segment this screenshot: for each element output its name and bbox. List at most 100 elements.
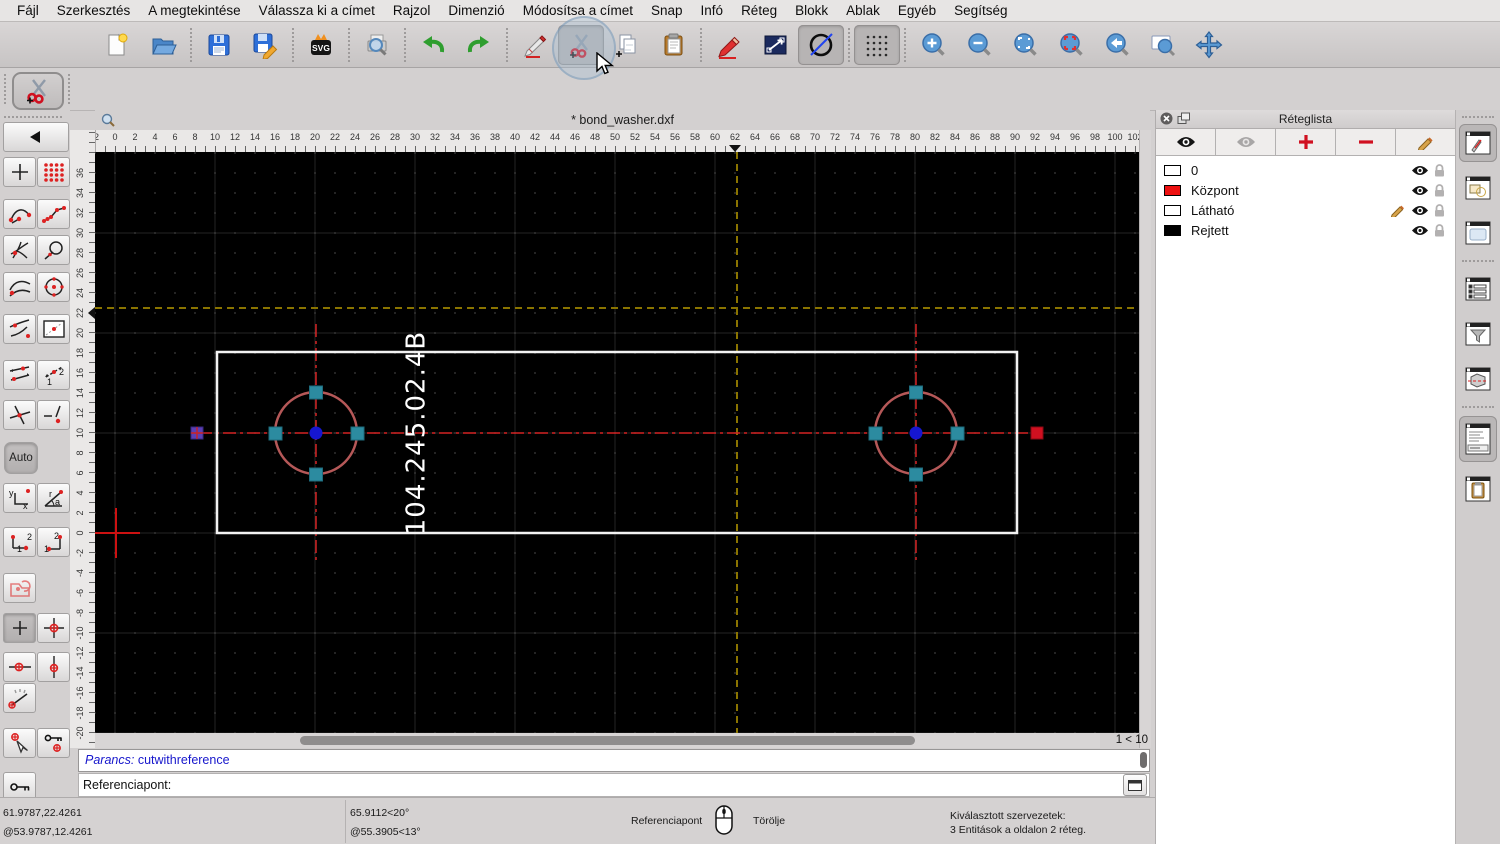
divide-button[interactable] bbox=[798, 25, 844, 65]
layer-visibility-icon[interactable] bbox=[1409, 185, 1431, 196]
set-reference-manual-button[interactable] bbox=[3, 728, 36, 758]
menu-item-9[interactable]: Infó bbox=[692, 3, 733, 18]
float-panel-icon[interactable] bbox=[1177, 112, 1191, 125]
lock-reference-button[interactable] bbox=[37, 728, 70, 758]
menu-item-4[interactable]: Válassza ki a címet bbox=[250, 3, 384, 18]
active-cut-tool-button[interactable] bbox=[12, 72, 64, 110]
menu-item-13[interactable]: Egyéb bbox=[889, 3, 945, 18]
menu-item-14[interactable]: Segítség bbox=[945, 3, 1016, 18]
drag-handle[interactable] bbox=[68, 74, 70, 104]
zoom-auto-button[interactable] bbox=[1002, 25, 1048, 65]
layer-lock-icon[interactable] bbox=[1431, 164, 1447, 177]
snap-distance-button[interactable]: 12 bbox=[37, 360, 70, 390]
layer-row[interactable]: Látható bbox=[1156, 200, 1455, 220]
snap-endpoints-button[interactable] bbox=[3, 199, 36, 229]
save-as-button[interactable] bbox=[242, 25, 288, 65]
restrict-horizontal-button[interactable] bbox=[3, 652, 36, 682]
snap-grid-button[interactable] bbox=[854, 25, 900, 65]
dock-clipboard-button[interactable] bbox=[1459, 470, 1497, 508]
restrict-both-button[interactable] bbox=[37, 613, 70, 643]
part-number-text[interactable]: 104.245.02.4B bbox=[402, 331, 432, 536]
drawing-canvas[interactable]: 104.245.02.4B bbox=[95, 152, 1139, 733]
drawing-window-titlebar[interactable]: * bond_washer.dxf bbox=[95, 110, 1150, 131]
dock-library-browser-button[interactable] bbox=[1459, 214, 1497, 252]
layer-lock-icon[interactable] bbox=[1431, 224, 1447, 237]
dock-entity-list-button[interactable] bbox=[1459, 270, 1497, 308]
layer-lock-icon[interactable] bbox=[1431, 204, 1447, 217]
snap-intersection-button[interactable] bbox=[3, 400, 36, 430]
menu-item-2[interactable]: Szerkesztés bbox=[48, 3, 140, 18]
menu-item-5[interactable]: Rajzol bbox=[384, 3, 440, 18]
left-reference-handle[interactable] bbox=[191, 427, 203, 439]
vertical-scrollbar[interactable] bbox=[1139, 130, 1151, 748]
delete-button[interactable] bbox=[512, 25, 558, 65]
layer-lock-icon[interactable] bbox=[1431, 184, 1447, 197]
menu-item-12[interactable]: Ablak bbox=[837, 3, 889, 18]
snap-auto-button[interactable]: Auto bbox=[4, 442, 38, 474]
dock-layer-list-button[interactable] bbox=[1459, 124, 1497, 162]
left-center-point[interactable] bbox=[310, 427, 323, 440]
command-input[interactable] bbox=[171, 775, 1123, 795]
scale-modify-button[interactable] bbox=[752, 25, 798, 65]
snap-tangent-button[interactable] bbox=[37, 235, 70, 265]
coordinate-cartesian-button[interactable]: yx bbox=[3, 483, 36, 513]
menu-item-10[interactable]: Réteg bbox=[732, 3, 786, 18]
dock-selection-filter-button[interactable] bbox=[1459, 315, 1497, 353]
right-reference-handle[interactable] bbox=[1031, 427, 1043, 439]
layer-visibility-icon[interactable] bbox=[1409, 165, 1431, 176]
edit-layer-button[interactable] bbox=[1396, 129, 1455, 155]
snap-center-button[interactable] bbox=[37, 272, 70, 302]
zoom-previous-button[interactable] bbox=[1094, 25, 1140, 65]
dock-command-line-button[interactable] bbox=[1459, 416, 1497, 462]
command-options-button[interactable] bbox=[1123, 774, 1147, 796]
layer-visibility-icon[interactable] bbox=[1409, 205, 1431, 216]
drag-handle[interactable] bbox=[1462, 116, 1494, 118]
scrollbar-thumb[interactable] bbox=[300, 736, 915, 745]
new-file-button[interactable] bbox=[94, 25, 140, 65]
attributes-button[interactable] bbox=[706, 25, 752, 65]
add-layer-button[interactable] bbox=[1276, 129, 1336, 155]
zoom-out-button[interactable] bbox=[956, 25, 1002, 65]
show-all-layers-button[interactable] bbox=[1156, 129, 1216, 155]
snap-reference-button[interactable] bbox=[37, 314, 70, 344]
layer-visibility-icon[interactable] bbox=[1409, 225, 1431, 236]
layer-row[interactable]: 0 bbox=[1156, 160, 1455, 180]
horizontal-scrollbar[interactable] bbox=[95, 733, 1100, 748]
snap-tangent-line-button[interactable] bbox=[3, 314, 36, 344]
layer-row[interactable]: Rejtett bbox=[1156, 220, 1455, 240]
layer-editing-pencil-icon[interactable] bbox=[1387, 203, 1409, 217]
close-icon[interactable] bbox=[1160, 112, 1173, 125]
zoom-selected-button[interactable] bbox=[1048, 25, 1094, 65]
restrict-nothing-button[interactable] bbox=[3, 613, 36, 643]
menu-item-3[interactable]: A megtekintése bbox=[139, 3, 249, 18]
coordinate-polar-button[interactable]: ra bbox=[37, 483, 70, 513]
menu-item-8[interactable]: Snap bbox=[642, 3, 692, 18]
dock-block-list-button[interactable] bbox=[1459, 169, 1497, 207]
zoom-in-button[interactable] bbox=[910, 25, 956, 65]
history-scroll-thumb[interactable] bbox=[1140, 752, 1147, 768]
palette-back-button[interactable] bbox=[3, 122, 69, 152]
menu-item-6[interactable]: Dimenzió bbox=[439, 3, 513, 18]
angle-restriction-button[interactable] bbox=[3, 683, 36, 713]
snap-middle-button[interactable] bbox=[3, 360, 36, 390]
drag-handle[interactable] bbox=[4, 74, 6, 104]
snap-perpendicular-base-button[interactable] bbox=[3, 235, 36, 265]
print-preview-button[interactable] bbox=[354, 25, 400, 65]
snap-grid-points-button[interactable] bbox=[37, 157, 70, 187]
snap-intersection-manual-button[interactable] bbox=[37, 400, 70, 430]
snap-free-button[interactable] bbox=[3, 157, 36, 187]
restrict-vertical-button[interactable] bbox=[37, 652, 70, 682]
zoom-window-button[interactable] bbox=[1140, 25, 1186, 65]
restrict-entity-button[interactable] bbox=[3, 573, 36, 603]
undo-button[interactable] bbox=[410, 25, 456, 65]
redo-button[interactable] bbox=[456, 25, 502, 65]
drag-handle[interactable] bbox=[4, 116, 62, 118]
menu-item-1[interactable]: Fájl bbox=[8, 3, 48, 18]
hide-all-layers-button[interactable] bbox=[1216, 129, 1276, 155]
relative-polar-button[interactable]: 12 bbox=[37, 527, 70, 557]
snap-arc-button[interactable] bbox=[3, 272, 36, 302]
paste-button[interactable] bbox=[650, 25, 696, 65]
menu-item-11[interactable]: Blokk bbox=[786, 3, 837, 18]
remove-layer-button[interactable] bbox=[1336, 129, 1396, 155]
svg-export-button[interactable]: SVG bbox=[298, 25, 344, 65]
